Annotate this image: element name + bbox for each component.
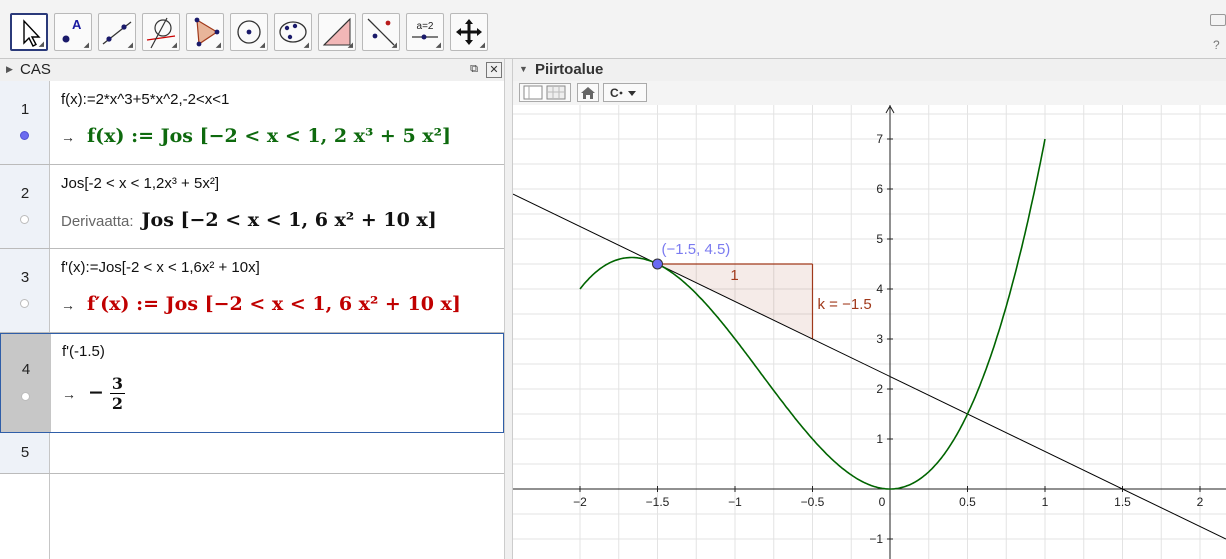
- row-number: 5: [20, 444, 30, 461]
- y-tick-label: 3: [876, 332, 883, 346]
- cas-panel-title: CAS: [20, 61, 51, 78]
- x-tick-label: 0: [879, 495, 886, 509]
- y-tick-label: 1: [876, 432, 883, 446]
- cas-row-1[interactable]: 1 f(x):=2*x^3+5*x^2,-2<x<1 → f(x) := Jos …: [0, 81, 504, 165]
- point-capturing-icon: C: [610, 86, 636, 100]
- help-icon[interactable]: ?: [1213, 38, 1220, 52]
- cas-row-5[interactable]: 5: [0, 433, 504, 474]
- panel-splitter[interactable]: [504, 59, 513, 559]
- undock-icon[interactable]: ⧉: [467, 62, 481, 76]
- cas-input[interactable]: f(x):=2*x^3+5*x^2,-2<x<1: [61, 91, 229, 108]
- slider-tool-button[interactable]: a=2 ◢: [406, 13, 444, 51]
- move-tool-button[interactable]: ◢: [10, 13, 48, 51]
- circle-tool-button[interactable]: ◢: [230, 13, 268, 51]
- graphics-panel-title: Piirtoalue: [535, 61, 604, 78]
- angle-tool-button[interactable]: ◢: [318, 13, 356, 51]
- row-number: 2: [20, 185, 30, 202]
- y-tick-label: 5: [876, 232, 883, 246]
- cas-row-3[interactable]: 3 f'(x):=Jos[-2 < x < 1,6x² + 10x] → f′(x…: [0, 249, 504, 333]
- line-tool-button[interactable]: ◢: [98, 13, 136, 51]
- x-tick-label: 2: [1197, 495, 1204, 509]
- cas-output: → −3 2: [62, 374, 126, 413]
- grid-icon: [523, 85, 566, 100]
- x-tick-label: −2: [573, 495, 587, 509]
- x-tick-label: −0.5: [801, 495, 825, 509]
- x-tick-label: −1: [728, 495, 742, 509]
- window-toggle-icon[interactable]: [1210, 14, 1226, 26]
- axes: −2 −1.5 −1 −0.5 0 0.5 1 1.5 2 7 6 5 4 3 2 1 −1: [513, 105, 1226, 559]
- cas-output: → f(x) := Jos [−2 < x < 1, 2 x³ + 5 x²]: [61, 125, 451, 147]
- svg-text:A: A: [72, 17, 82, 32]
- slope-label: k = −1.5: [818, 296, 872, 313]
- x-tick-label: 1: [1042, 495, 1049, 509]
- home-button[interactable]: [577, 83, 599, 102]
- y-tick-label: 7: [876, 132, 883, 146]
- polygon-tool-button[interactable]: ◢: [186, 13, 224, 51]
- perpendicular-tool-button[interactable]: ◢: [142, 13, 180, 51]
- point-capturing-dropdown[interactable]: C: [603, 83, 647, 102]
- point-tool-button[interactable]: A ◢: [54, 13, 92, 51]
- svg-text:C: C: [610, 86, 619, 100]
- cas-row-4[interactable]: 4 f'(-1.5) → −3 2: [0, 333, 504, 433]
- close-icon[interactable]: ✕: [486, 62, 502, 78]
- x-tick-label: −1.5: [646, 495, 670, 509]
- graphics-view[interactable]: −2 −1.5 −1 −0.5 0 0.5 1 1.5 2 7 6 5 4 3 2 1 −1 (−1.5, 4.…: [513, 105, 1226, 559]
- graphics-panel-header: ▼ Piirtoalue: [513, 59, 1226, 82]
- cas-row-gutter: [0, 474, 50, 559]
- cas-input[interactable]: f'(-1.5): [62, 343, 105, 360]
- collapse-triangle-icon[interactable]: ▼: [519, 64, 528, 74]
- move-graphics-tool-button[interactable]: ◢: [450, 13, 488, 51]
- slope-run-label: 1: [730, 267, 738, 284]
- visibility-toggle[interactable]: [21, 392, 30, 401]
- cas-panel-header: ▶ CAS ⧉ ✕: [0, 59, 504, 82]
- slider-icon-label: a=2: [417, 21, 434, 32]
- axes-grid-toggle-button[interactable]: [519, 83, 571, 102]
- tangent-line[interactable]: [513, 193, 1226, 540]
- row-number: 1: [20, 101, 30, 118]
- cas-output: → f′(x) := Jos [−2 < x < 1, 6 x² + 10 x]: [61, 293, 461, 315]
- collapse-triangle-icon[interactable]: ▶: [6, 64, 13, 75]
- y-tick-label: 2: [876, 382, 883, 396]
- grid: [513, 105, 1226, 559]
- graphics-style-bar: C: [513, 81, 1226, 105]
- point-label: (−1.5, 4.5): [662, 241, 731, 258]
- cas-output: Derivaatta: Jos [−2 < x < 1, 6 x² + 10 x]: [61, 209, 437, 231]
- cas-row-2[interactable]: 2 Jos[-2 < x < 1,2x³ + 5x²] Derivaatta: J…: [0, 165, 504, 249]
- y-tick-label: −1: [869, 532, 883, 546]
- visibility-toggle[interactable]: [20, 299, 29, 308]
- tangent-point[interactable]: [652, 258, 663, 270]
- x-tick-label: 1.5: [1114, 495, 1131, 509]
- visibility-toggle[interactable]: [20, 215, 29, 224]
- cas-input[interactable]: Jos[-2 < x < 1,2x³ + 5x²]: [61, 175, 219, 192]
- toolbar: ◢ A ◢ ◢ ◢ ◢ ◢ ◢ ◢ ◢ a=2 ◢ ◢ ?: [0, 0, 1226, 59]
- row-number: 3: [20, 269, 30, 286]
- home-icon: [581, 87, 595, 99]
- visibility-toggle[interactable]: [20, 131, 29, 140]
- x-tick-label: 0.5: [959, 495, 976, 509]
- y-tick-label: 4: [876, 282, 883, 296]
- row-number: 4: [21, 361, 31, 378]
- cas-input[interactable]: f'(x):=Jos[-2 < x < 1,6x² + 10x]: [61, 259, 260, 276]
- y-tick-label: 6: [876, 182, 883, 196]
- reflect-tool-button[interactable]: ◢: [362, 13, 400, 51]
- conic-tool-button[interactable]: ◢: [274, 13, 312, 51]
